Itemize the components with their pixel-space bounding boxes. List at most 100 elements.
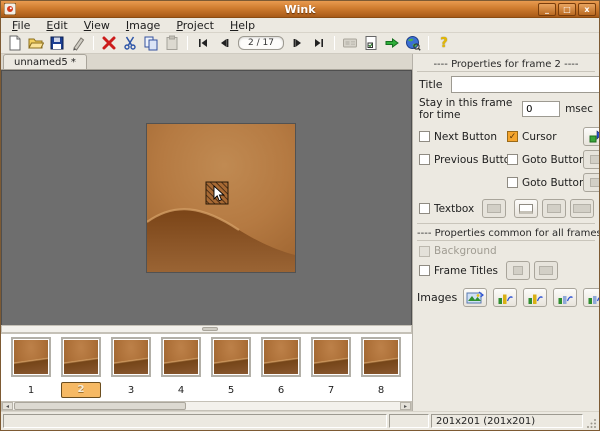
frame-number-5[interactable]: 5 [211,385,251,396]
frame-image[interactable] [147,124,295,272]
tab-unnamed5[interactable]: unnamed5 * [3,54,87,69]
stay-time-input[interactable] [522,101,560,117]
background-checkbox: Background [419,245,497,257]
cut-button[interactable] [121,34,139,52]
frame-canvas[interactable] [1,70,412,325]
checkbox-box[interactable] [419,265,430,276]
previous-button-checkbox[interactable]: Previous Button [419,154,503,166]
properties-panel: ---- Properties for frame 2 ---- Title S… [413,54,599,411]
textbox-option-button-3[interactable] [570,199,594,218]
scroll-left-icon[interactable]: ◂ [2,402,13,410]
close-button[interactable]: x [578,3,596,16]
frame-number-7[interactable]: 7 [311,385,351,396]
choose-cursor-button[interactable] [583,127,599,146]
frame-number-1[interactable]: 1 [11,385,51,396]
frame-thumbnail-6[interactable] [261,337,301,377]
maximize-button[interactable]: □ [558,3,576,16]
canvas-scrollbar-thumb[interactable] [202,327,218,331]
checkbox-box[interactable] [507,154,518,165]
image-picker-icon [466,291,484,305]
project-settings-button[interactable] [362,34,380,52]
frame-number-8[interactable]: 8 [361,385,401,396]
view-rendered-output-button[interactable] [404,34,422,52]
window-title: Wink [1,3,599,16]
textbox-style-button[interactable] [482,199,506,218]
menu-help[interactable]: Help [223,18,262,33]
thumbnail-image [364,340,398,374]
next-frame-button[interactable] [289,34,307,52]
image-preset-button-4[interactable] [553,288,577,307]
next-button-checkbox[interactable]: Next Button [419,131,503,143]
cursor-label: Cursor [522,131,557,143]
frame-number-2-selected[interactable]: 2 [61,382,101,398]
frame-number-6[interactable]: 6 [261,385,301,396]
filmstrip-scroll-thumb[interactable] [14,402,186,410]
checkbox-box[interactable] [419,154,430,165]
goto-button-1-checkbox[interactable]: Goto Button 1 [507,154,579,166]
frame-title-input[interactable] [451,76,599,93]
image-preset-button-5[interactable] [583,288,599,307]
image-preset-button-3[interactable] [523,288,547,307]
titlebar[interactable]: Wink _ □ x [1,1,599,18]
help-button[interactable]: ? [435,34,453,52]
save-floppy-icon [49,35,65,51]
frame-thumbnail-2[interactable] [61,337,101,377]
status-cell-middle [389,414,429,428]
menu-file[interactable]: File [5,18,37,33]
first-frame-button[interactable] [194,34,212,52]
paste-button[interactable] [163,34,181,52]
menu-view[interactable]: View [77,18,117,33]
textbox-checkbox[interactable]: Textbox [419,203,474,215]
checkbox-box[interactable] [419,203,430,214]
frame-thumbnail-3[interactable] [111,337,151,377]
textbox-option-button-2[interactable] [542,199,566,218]
checkbox-box[interactable] [419,131,430,142]
export-button[interactable] [69,34,87,52]
open-project-button[interactable] [27,34,45,52]
menu-project[interactable]: Project [169,18,221,33]
cursor-checkbox[interactable]: ✓ Cursor [507,131,579,143]
scroll-right-icon[interactable]: ▸ [400,402,411,410]
menu-edit[interactable]: Edit [39,18,74,33]
edit-textbox-button[interactable] [514,199,538,218]
choose-goto1-image-button[interactable] [583,150,599,169]
frame-number-3[interactable]: 3 [111,385,151,396]
copy-pages-icon [143,35,159,51]
previous-frame-button[interactable] [215,34,233,52]
frame-number-4[interactable]: 4 [161,385,201,396]
frame-titles-style-button[interactable] [506,261,530,280]
frame-thumbnail-8[interactable] [361,337,401,377]
frame-titles-edit-button[interactable] [534,261,558,280]
status-bar: 201x201 (201x201) [1,411,599,430]
previous-frame-icon [217,36,231,50]
canvas-horizontal-scrollbar[interactable] [1,325,412,333]
filmstrip-scrollbar[interactable]: ◂ ▸ [1,401,412,411]
minimize-button[interactable]: _ [538,3,556,16]
delete-frame-button[interactable] [100,34,118,52]
copy-button[interactable] [142,34,160,52]
frame-counter: 2 / 17 [238,36,284,50]
disabled-image-icon [547,204,561,213]
goto-button-2-checkbox[interactable]: Goto Button 2 [507,177,579,189]
tab-bar: unnamed5 * [1,54,412,70]
image-chart-icon [557,291,573,305]
choose-palette-button[interactable] [341,34,359,52]
checkbox-check-icon[interactable]: ✓ [507,131,518,142]
frame-titles-checkbox[interactable]: Frame Titles [419,265,498,277]
render-button[interactable] [383,34,401,52]
frame-thumbnail-5[interactable] [211,337,251,377]
image-preset-button-2[interactable] [493,288,517,307]
new-project-button[interactable] [6,34,24,52]
common-properties-header: ---- Properties common for all frames --… [417,226,595,241]
menu-image[interactable]: Image [119,18,167,33]
filmstrip-scroll-track[interactable] [13,402,400,410]
save-project-button[interactable] [48,34,66,52]
last-frame-button[interactable] [310,34,328,52]
image-preset-button-1[interactable] [463,288,487,307]
frame-thumbnail-4[interactable] [161,337,201,377]
frame-thumbnail-7[interactable] [311,337,351,377]
checkbox-box[interactable] [507,177,518,188]
frame-thumbnail-1[interactable] [11,337,51,377]
choose-goto2-image-button[interactable] [583,173,599,192]
resize-grip[interactable] [585,414,597,428]
